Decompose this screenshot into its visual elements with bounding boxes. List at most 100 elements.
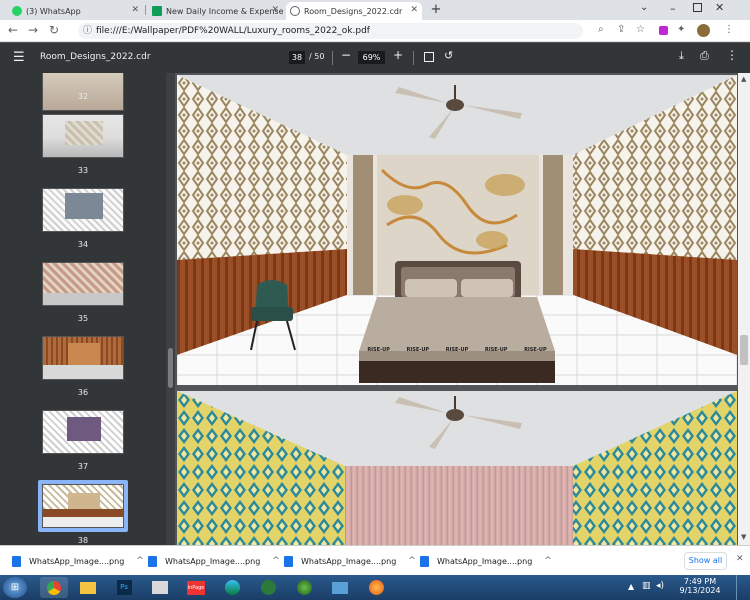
window-close-button[interactable]: ✕ — [715, 1, 724, 14]
bed-label: RISE-UP — [524, 347, 547, 353]
tab-room-designs[interactable]: Room_Designs_2022.cdr ✕ — [286, 2, 422, 20]
tab-strip: (3) WhatsApp ✕ New Daily Income & Expens… — [0, 0, 750, 20]
extensions-puzzle-icon[interactable]: ✦ — [677, 24, 685, 35]
share-icon[interactable]: ⇪ — [617, 24, 625, 35]
bed-label: RISE-UP — [484, 347, 508, 353]
folder-icon — [80, 581, 96, 594]
address-bar[interactable]: ⓘ file:///E:/Wallpaper/PDF%20WALL/Luxury… — [78, 23, 583, 39]
scroll-up-icon[interactable]: ▲ — [741, 75, 746, 83]
edge-icon — [224, 580, 240, 595]
taskbar-firefox[interactable] — [362, 577, 390, 598]
chevron-up-icon[interactable]: ^ — [408, 556, 416, 566]
bed-front-labels: RISE-UP RISE-UP RISE-UP RISE-UP RISE-UP — [359, 347, 555, 357]
globe-icon — [290, 6, 300, 16]
forward-button[interactable]: → — [25, 23, 41, 37]
pdf-toolbar: ☰ Room_Designs_2022.cdr 38 / 50 − 69% + … — [0, 43, 750, 73]
close-icon[interactable]: ✕ — [131, 5, 139, 15]
scrollbar-thumb[interactable] — [740, 335, 748, 365]
chevron-up-icon[interactable]: ^ — [136, 556, 144, 566]
inpage-icon: InPage — [187, 580, 205, 595]
taskbar-clock[interactable]: 7:49 PM 9/13/2024 — [670, 577, 730, 595]
minimize-button[interactable]: – — [670, 2, 676, 15]
chevron-up-icon[interactable]: ^ — [272, 556, 280, 566]
download-item[interactable]: WhatsApp_Image....png ^ — [12, 552, 144, 570]
download-icon[interactable]: ⤓ — [679, 49, 684, 63]
url-text: file:///E:/Wallpaper/PDF%20WALL/Luxury_r… — [96, 26, 370, 36]
clock-date: 9/13/2024 — [679, 586, 721, 595]
browser-menu-icon[interactable]: ⋮ — [724, 24, 734, 35]
reload-button[interactable]: ↻ — [46, 23, 62, 37]
taskbar-photos[interactable] — [326, 577, 354, 598]
tab-search-icon[interactable]: ⌄ — [640, 2, 648, 13]
taskbar-app[interactable] — [146, 577, 174, 598]
windows-logo-icon: ⊞ — [10, 582, 20, 593]
page-scrollbar[interactable]: ▲ ▼ — [738, 73, 750, 545]
bed-label: RISE-UP — [406, 347, 430, 353]
taskbar-explorer[interactable] — [74, 577, 102, 598]
print-icon[interactable]: ⎙ — [700, 49, 709, 63]
taskbar-photoshop[interactable]: Ps — [110, 577, 138, 598]
taskbar-inpage[interactable]: InPage — [182, 577, 210, 598]
menu-icon[interactable]: ☰ — [13, 50, 25, 65]
download-item[interactable]: WhatsApp_Image....png ^ — [148, 552, 280, 570]
back-button[interactable]: ← — [5, 23, 21, 37]
scroll-down-icon[interactable]: ▼ — [741, 533, 746, 541]
whatsapp-icon — [12, 6, 22, 16]
info-icon[interactable]: ⓘ — [83, 23, 92, 39]
maximize-button[interactable] — [693, 3, 702, 12]
thumbnail-page-36[interactable] — [42, 336, 124, 380]
taskbar-coreldraw[interactable] — [290, 577, 318, 598]
tab-income-expense[interactable]: New Daily Income & Expense Re ✕ — [148, 2, 283, 20]
close-downloads-icon[interactable]: ✕ — [736, 554, 744, 564]
show-hidden-icons[interactable]: ▲ — [628, 582, 634, 591]
show-all-button[interactable]: Show all — [684, 552, 727, 570]
thumbnail-page-37[interactable] — [42, 410, 124, 454]
download-filename: WhatsApp_Image....png — [437, 556, 533, 566]
bed-label: RISE-UP — [445, 347, 469, 353]
zoom-level-input[interactable]: 69% — [358, 51, 385, 64]
thumbnail-page-34[interactable] — [42, 188, 124, 232]
firefox-icon — [368, 580, 384, 595]
zoom-in-button[interactable]: + — [393, 48, 403, 62]
taskbar-app2[interactable] — [254, 577, 282, 598]
taskbar-edge[interactable] — [218, 577, 246, 598]
fit-page-icon[interactable] — [424, 52, 434, 62]
zoom-lens-icon[interactable]: ⌕ — [598, 24, 604, 35]
app-green-icon — [260, 580, 276, 595]
sidebar-scrollbar[interactable] — [166, 73, 175, 545]
thumbnail-number: 32 — [77, 92, 89, 101]
thumbnail-number: 36 — [77, 388, 89, 397]
thumbnail-page-38[interactable] — [42, 484, 124, 528]
thumbnail-page-35[interactable] — [42, 262, 124, 306]
page-total: / 50 — [309, 52, 325, 61]
tab-title: New Daily Income & Expense Re — [166, 6, 283, 16]
close-icon[interactable]: ✕ — [410, 5, 418, 15]
downloads-bar: WhatsApp_Image....png ^ WhatsApp_Image..… — [0, 545, 750, 575]
volume-icon[interactable]: ◂) — [656, 581, 664, 591]
close-icon[interactable]: ✕ — [271, 5, 279, 15]
page-38-bedroom-render — [177, 75, 737, 385]
bookmark-star-icon[interactable]: ☆ — [636, 24, 645, 35]
download-item[interactable]: WhatsApp_Image....png ^ — [284, 552, 416, 570]
photoshop-icon: Ps — [116, 580, 132, 595]
thumbnail-page-33[interactable] — [42, 114, 124, 158]
image-file-icon — [284, 555, 293, 567]
show-desktop-button[interactable] — [736, 575, 750, 600]
network-icon[interactable]: ▥ — [642, 581, 651, 591]
thumbnail-number: 33 — [77, 166, 89, 175]
chevron-up-icon[interactable]: ^ — [544, 556, 552, 566]
page-39-room-render — [177, 391, 737, 545]
start-button[interactable]: ⊞ — [3, 577, 27, 598]
tab-title: (3) WhatsApp — [26, 6, 81, 16]
extension-icon[interactable] — [659, 26, 668, 35]
sheets-icon — [152, 6, 162, 16]
page-number-input[interactable]: 38 — [289, 51, 305, 64]
tab-whatsapp[interactable]: (3) WhatsApp ✕ — [8, 2, 143, 20]
more-actions-icon[interactable]: ⋮ — [726, 48, 738, 62]
rotate-icon[interactable]: ↺ — [444, 49, 453, 62]
download-item[interactable]: WhatsApp_Image....png ^ — [420, 552, 552, 570]
zoom-out-button[interactable]: − — [341, 48, 351, 62]
new-tab-button[interactable]: + — [428, 3, 444, 17]
taskbar-chrome[interactable] — [40, 577, 68, 598]
profile-avatar[interactable] — [697, 24, 710, 37]
